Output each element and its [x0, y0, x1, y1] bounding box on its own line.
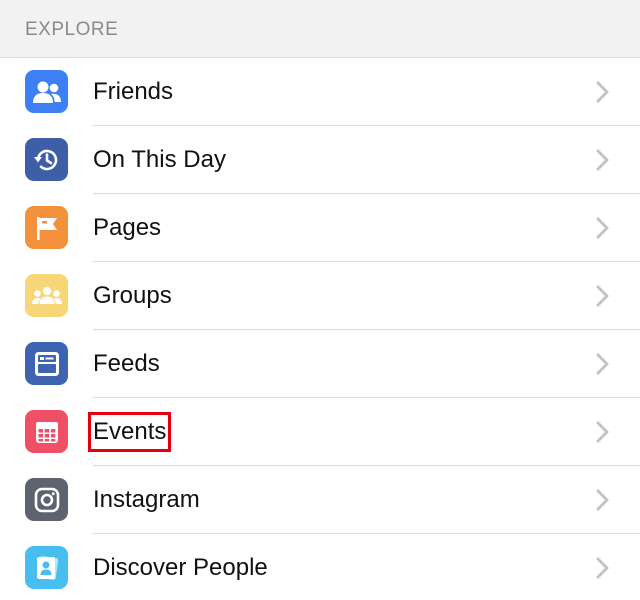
events-calendar-icon	[25, 410, 68, 453]
chevron-right-icon	[596, 421, 609, 443]
explore-item-feeds[interactable]: Feeds	[0, 330, 640, 398]
instagram-icon	[25, 478, 68, 521]
discover-people-icon	[25, 546, 68, 589]
explore-item-groups[interactable]: Groups	[0, 262, 640, 330]
feeds-icon	[25, 342, 68, 385]
explore-item-label: On This Day	[93, 146, 226, 173]
section-header: EXPLORE	[0, 0, 640, 58]
chevron-right-icon	[596, 285, 609, 307]
chevron-right-icon	[596, 489, 609, 511]
explore-item-label: Groups	[93, 282, 172, 309]
chevron-right-icon	[596, 557, 609, 579]
explore-item-discover-people[interactable]: Discover People	[0, 534, 640, 600]
explore-item-on-this-day[interactable]: On This Day	[0, 126, 640, 194]
explore-item-pages[interactable]: Pages	[0, 194, 640, 262]
explore-item-label: Friends	[93, 78, 174, 105]
explore-screen: EXPLORE Friends On This Day Pages Groups…	[0, 0, 640, 600]
explore-item-label: Pages	[93, 214, 162, 241]
explore-item-label: Feeds	[93, 350, 160, 377]
pages-flag-icon	[25, 206, 68, 249]
explore-item-instagram[interactable]: Instagram	[0, 466, 640, 534]
chevron-right-icon	[596, 353, 609, 375]
explore-item-label: Events	[87, 412, 172, 452]
chevron-right-icon	[596, 149, 609, 171]
chevron-right-icon	[596, 81, 609, 103]
explore-item-events[interactable]: Events	[0, 398, 640, 466]
explore-item-friends[interactable]: Friends	[0, 58, 640, 126]
groups-icon	[25, 274, 68, 317]
section-title: EXPLORE	[25, 19, 119, 40]
chevron-right-icon	[596, 217, 609, 239]
friends-icon	[25, 70, 68, 113]
explore-item-label: Discover People	[93, 554, 268, 581]
explore-item-label: Instagram	[93, 486, 200, 513]
on-this-day-icon	[25, 138, 68, 181]
explore-list: Friends On This Day Pages Groups Feeds E…	[0, 58, 640, 600]
